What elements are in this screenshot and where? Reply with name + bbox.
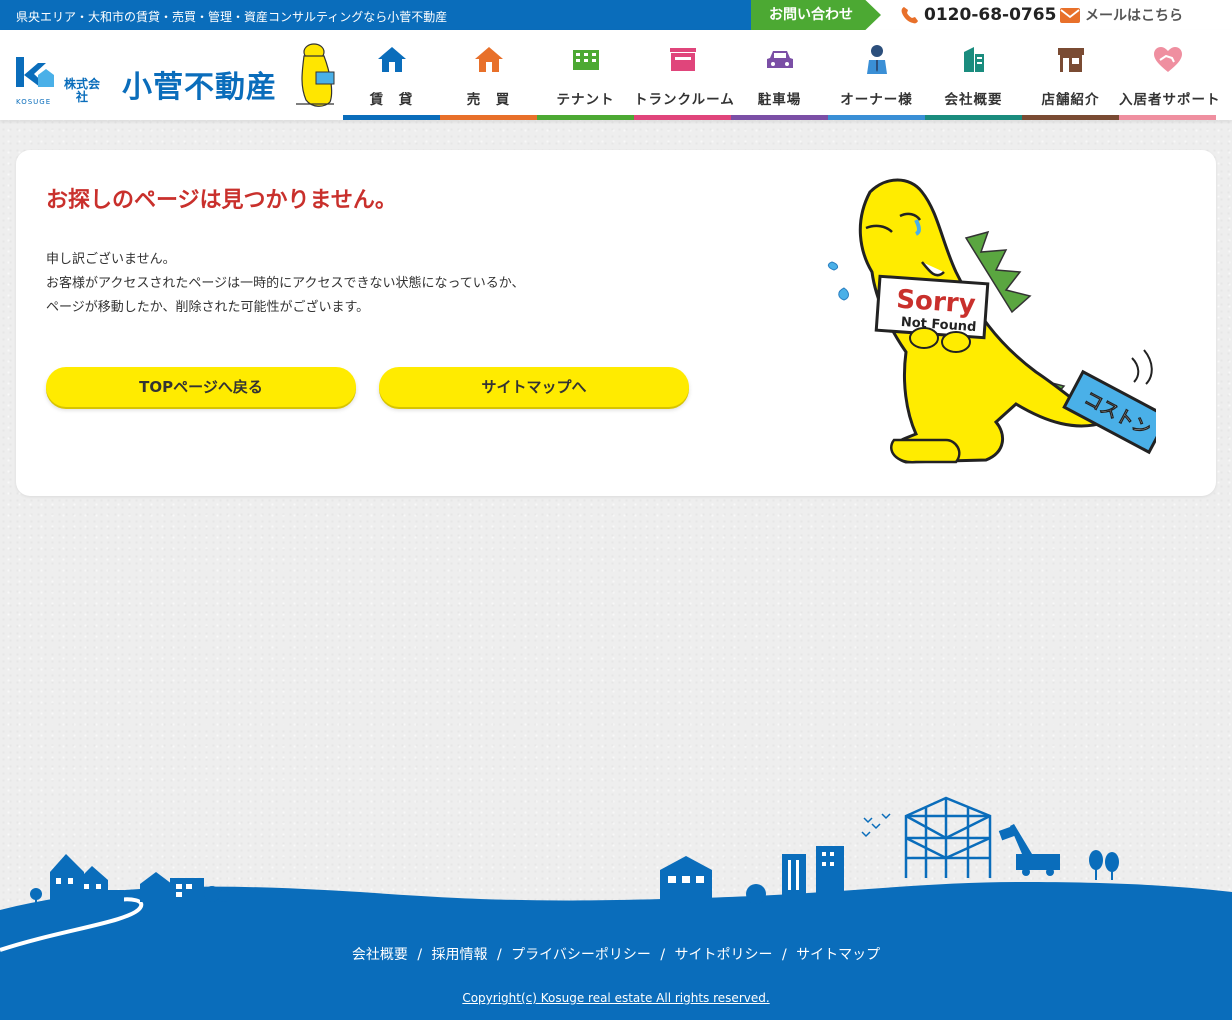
footer-link-privacy[interactable]: プライバシーポリシー	[511, 947, 651, 963]
office-icon	[964, 47, 984, 72]
heart-hand-icon	[1154, 47, 1182, 72]
site-logo[interactable]: KOSUGE 株式会社 小菅不動産	[16, 42, 346, 110]
nav-underline	[828, 115, 925, 120]
footer-separator: /	[496, 947, 502, 963]
site-header: KOSUGE 株式会社 小菅不動産 賃 貸 売 買 テナント トランクルーム 駐…	[0, 30, 1232, 120]
footer-link-company[interactable]: 会社概要	[352, 947, 408, 963]
nav-label: オーナー様	[840, 92, 913, 108]
error-line: ページが移動したか、削除された可能性がございます。	[46, 300, 370, 315]
mascot-sorry-illustration: Sorry Not Found コストン	[827, 178, 1156, 464]
logo-company-name: 小菅不動産	[122, 70, 277, 105]
nav-item-company[interactable]: 会社概要	[925, 30, 1022, 120]
footer-separator: /	[660, 947, 666, 963]
nav-item-tenant[interactable]: テナント	[537, 30, 634, 120]
nav-item-owner[interactable]: オーナー様	[828, 30, 925, 120]
nav-underline	[1119, 115, 1216, 120]
phone-icon	[901, 7, 918, 24]
contact-label: お問い合わせ	[751, 0, 881, 30]
logo-romaji: KOSUGE	[16, 98, 52, 106]
nav-item-trunk-room[interactable]: トランクルーム	[634, 30, 735, 120]
logo-company-type: 株式会社	[64, 77, 101, 104]
footer-separator: /	[781, 947, 787, 963]
house-icon	[475, 47, 503, 72]
mascot-logo-icon	[296, 43, 335, 107]
nav-label: 店舗紹介	[1041, 92, 1100, 108]
nav-label: トランクルーム	[634, 92, 735, 108]
error-line: お客様がアクセスされたページは一時的にアクセスできない状態になっているか、	[46, 276, 525, 291]
nav-underline	[925, 115, 1022, 120]
footer-links: 会社概要 / 採用情報 / プライバシーポリシー / サイトポリシー / サイト…	[0, 944, 1232, 964]
nav-label: 賃 貸	[369, 92, 414, 108]
error-card: お探しのページは見つかりません。 申し訳ございません。 お客様がアクセスされたペ…	[16, 150, 1216, 496]
nav-item-rent[interactable]: 賃 貸	[343, 30, 440, 120]
nav-label: 入居者サポート	[1119, 92, 1221, 108]
nav-label: 駐車場	[757, 92, 802, 108]
nav-underline	[1022, 115, 1119, 120]
nav-item-tenant-support[interactable]: 入居者サポート	[1119, 30, 1221, 120]
phone-link[interactable]: 0120-68-0765	[900, 4, 1056, 26]
nav-item-stores[interactable]: 店舗紹介	[1022, 30, 1119, 120]
nav-underline	[440, 115, 537, 120]
footer-link-sitemap[interactable]: サイトマップ	[796, 947, 880, 963]
logo-mark-icon	[16, 57, 54, 87]
error-title: お探しのページは見つかりません。	[46, 188, 397, 213]
nav-label: 会社概要	[944, 92, 1003, 108]
main-nav: 賃 貸 売 買 テナント トランクルーム 駐車場 オーナー様 会社概要 店舗紹介…	[343, 30, 1221, 120]
footer-link-site-policy[interactable]: サイトポリシー	[674, 947, 772, 963]
footer-separator: /	[417, 947, 423, 963]
mail-link[interactable]: メールはこちら	[1060, 4, 1183, 26]
nav-label: 売 買	[466, 92, 511, 108]
nav-item-sale[interactable]: 売 買	[440, 30, 537, 120]
mail-icon	[1060, 7, 1080, 23]
copyright-link[interactable]: Copyright(c) Kosuge real estate All righ…	[0, 991, 1232, 1005]
car-icon	[767, 51, 793, 68]
nav-item-parking[interactable]: 駐車場	[731, 30, 828, 120]
error-message: 申し訳ございません。 お客様がアクセスされたページは一時的にアクセスできない状態…	[46, 248, 525, 320]
phone-number: 0120-68-0765	[924, 5, 1057, 25]
footer-town-illustration	[0, 796, 1232, 1020]
back-to-top-button[interactable]: TOPページへ戻る	[46, 367, 356, 407]
shop-icon	[1058, 48, 1084, 72]
nav-underline	[634, 115, 731, 120]
building-icon	[573, 50, 599, 70]
owner-icon	[867, 45, 887, 74]
sitemap-button[interactable]: サイトマップへ	[379, 367, 689, 407]
house-icon	[378, 47, 406, 72]
mail-label: メールはこちら	[1085, 8, 1183, 24]
site-tagline: 県央エリア・大和市の賃貸・売買・管理・資産コンサルティングなら小菅不動産	[16, 10, 448, 24]
error-line: 申し訳ございません。	[46, 252, 176, 267]
nav-label: テナント	[556, 92, 615, 108]
storage-icon	[670, 48, 696, 71]
footer-link-recruit[interactable]: 採用情報	[432, 947, 488, 963]
nav-underline	[537, 115, 634, 120]
nav-underline	[731, 115, 828, 120]
nav-underline	[343, 115, 440, 120]
